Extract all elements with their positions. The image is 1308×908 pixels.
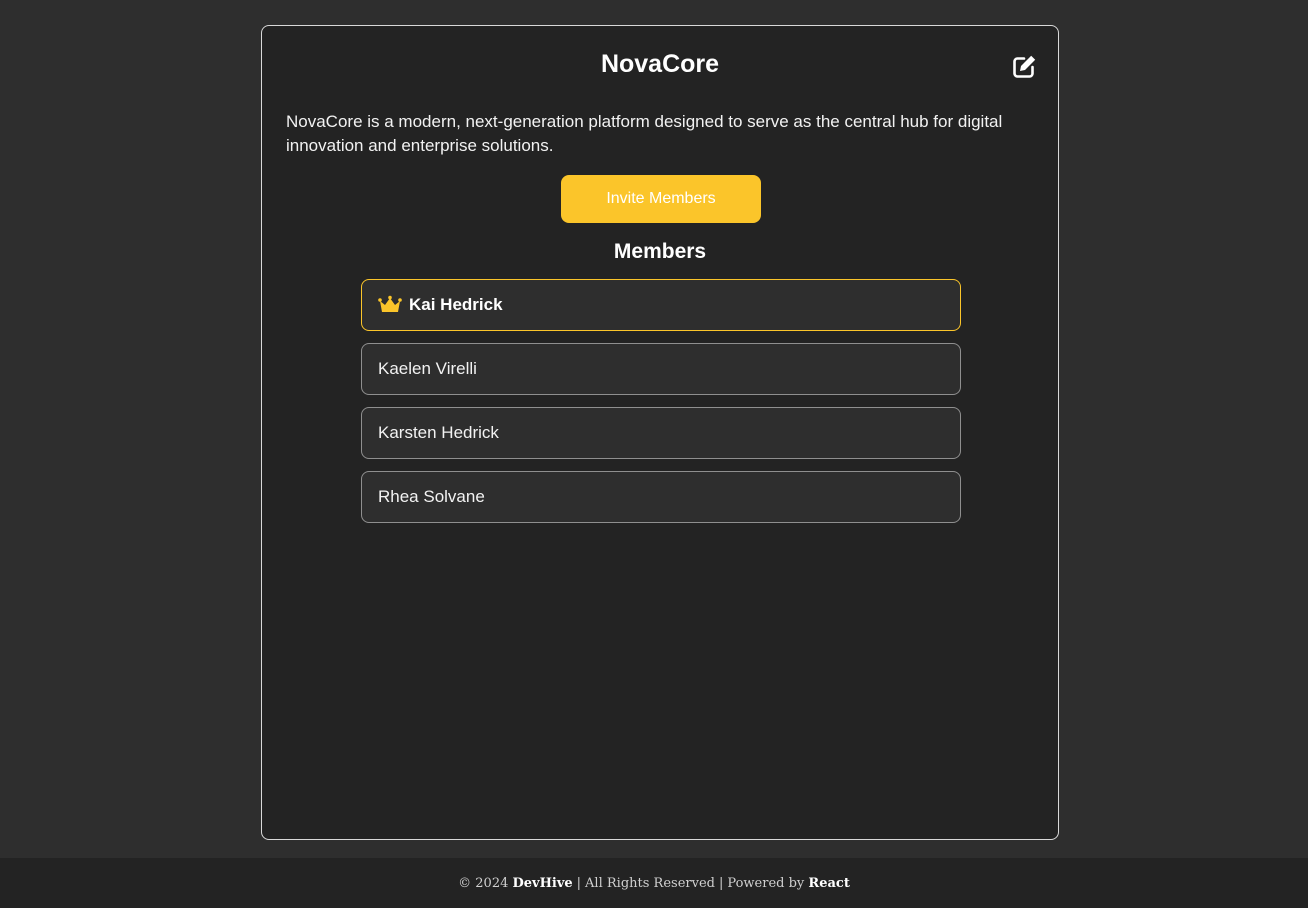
member-name: Karsten Hedrick <box>378 423 499 442</box>
member-name: Rhea Solvane <box>378 487 485 506</box>
footer-powered-by: Powered by <box>727 875 805 891</box>
footer-separator: | <box>718 875 724 891</box>
edit-icon[interactable] <box>1010 53 1038 81</box>
footer-separator: | <box>576 875 582 891</box>
page: NovaCore NovaCore is a modern, next-gene… <box>0 0 1308 908</box>
footer-brand: DevHive <box>512 875 573 891</box>
project-card: NovaCore NovaCore is a modern, next-gene… <box>261 25 1059 840</box>
project-description: NovaCore is a modern, next-generation pl… <box>286 112 1003 155</box>
footer-copyright: © 2024 <box>458 875 509 891</box>
member-item[interactable]: Rhea Solvane <box>361 471 961 523</box>
member-name: Kai Hedrick <box>409 295 503 314</box>
crown-icon <box>378 295 402 312</box>
footer-rights: All Rights Reserved <box>585 875 715 891</box>
member-item[interactable]: Karsten Hedrick <box>361 407 961 459</box>
footer: © 2024 DevHive | All Rights Reserved | P… <box>0 858 1308 908</box>
members-heading: Members <box>613 240 707 263</box>
member-name: Kaelen Virelli <box>378 359 477 378</box>
member-list: Kai Hedrick Kaelen Virelli Karsten Hedri… <box>361 279 961 535</box>
member-item-owner[interactable]: Kai Hedrick <box>361 279 961 331</box>
project-title: NovaCore <box>600 50 720 78</box>
footer-tech: React <box>808 875 850 891</box>
invite-members-button[interactable]: Invite Members <box>561 175 761 223</box>
member-item[interactable]: Kaelen Virelli <box>361 343 961 395</box>
